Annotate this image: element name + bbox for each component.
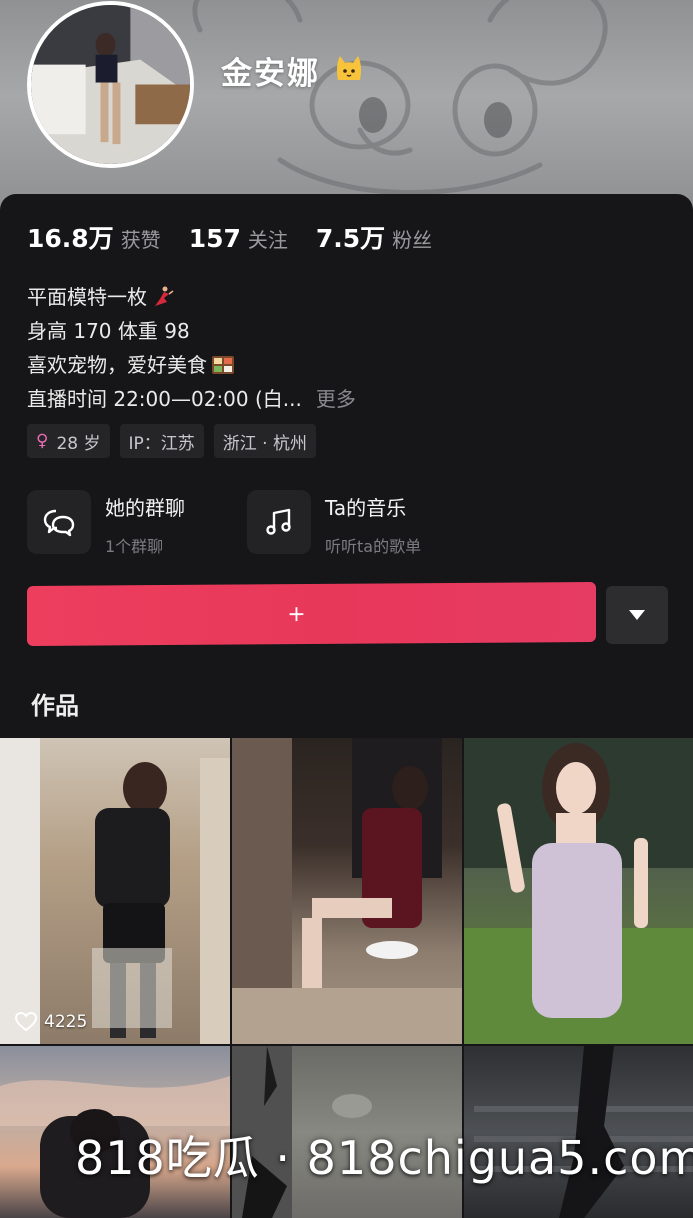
follow-button[interactable]: + [27,582,596,646]
video-thumbnail[interactable] [232,738,462,1044]
stats-row: 16.8万 获赞 157 关注 7.5万 粉丝 [27,219,460,255]
bio-line: 身高 170 体重 98 [27,314,356,348]
followers-count: 7.5万 [315,224,386,253]
age-text: 28 岁 [56,433,101,454]
music-title: Ta的音乐 [325,496,407,520]
heart-icon [15,1012,37,1032]
thumbnail-image [464,738,693,1044]
bio-line-2: 身高 170 体重 98 [27,319,190,343]
bio-line-3: 喜欢宠物，爱好美食 [27,353,207,377]
bio-line: 平面模特一枚 [27,280,356,314]
following-count: 157 [188,224,241,253]
video-thumbnail[interactable] [464,738,693,1044]
ip-tag: IP：江苏 [119,424,204,458]
triangle-down-icon [629,610,645,620]
music-card[interactable]: Ta的音乐 听听ta的歌单 [247,490,467,557]
location-tag: 浙江 · 杭州 [213,424,316,458]
more-options-button[interactable] [606,586,668,644]
profile-info-panel: 16.8万 获赞 157 关注 7.5万 粉丝 平面模特一枚 身高 170 体重… [0,194,693,739]
group-chat-title: 她的群聊 [105,496,185,520]
age-tag: ♀ 28 岁 [27,424,110,458]
cartoon-cover-art [192,0,608,196]
thumbnail-image [232,738,462,1044]
watermark-text: 818吃瓜 · 818chigua5.com [75,1131,693,1185]
bio-line-1: 平面模特一枚 [27,285,147,309]
avatar-photo [31,5,190,164]
likes-count: 16.8万 [27,224,114,253]
ip-text: IP：江苏 [128,433,195,454]
profile-tags: ♀ 28 岁 IP：江苏 浙江 · 杭州 [27,424,326,458]
cat-face-icon [336,56,362,80]
bento-box-icon [212,356,234,374]
tab-works[interactable]: 作品 [31,686,79,721]
bio-line: 喜欢宠物，爱好美食 [27,348,356,382]
like-count: 4225 [15,1012,87,1032]
music-note-icon [247,490,311,554]
group-chat-card[interactable]: 她的群聊 1个群聊 [27,490,247,557]
thumbnail-image [0,738,230,1044]
feature-cards: 她的群聊 1个群聊 Ta的音乐 听听ta的歌单 [27,490,467,557]
group-chat-subtitle: 1个群聊 [105,537,164,556]
bio-more-link[interactable]: 更多 [316,382,356,416]
video-thumbnail[interactable]: 4225 [0,738,230,1044]
stat-followers[interactable]: 7.5万 粉丝 [316,219,432,255]
stat-likes[interactable]: 16.8万 获赞 [27,219,161,255]
location-text: 浙江 · 杭州 [222,433,307,454]
bio[interactable]: 平面模特一枚 身高 170 体重 98 喜欢宠物，爱好美食 直播时间 22:00… [27,280,356,416]
like-count-value: 4225 [44,1012,88,1032]
following-label: 关注 [247,228,288,252]
avatar[interactable] [27,1,194,168]
likes-label: 获赞 [120,228,161,252]
follow-button-label: + [287,601,306,627]
dancer-icon [155,286,174,306]
chat-bubbles-icon [27,490,91,554]
bio-line-4: 直播时间 22:00—02:00 (白... [27,387,302,411]
profile-cover: 金安娜 [0,0,693,215]
followers-label: 粉丝 [392,228,433,252]
nickname: 金安娜 [221,56,320,92]
female-icon: ♀ [36,431,49,451]
music-subtitle: 听听ta的歌单 [325,537,422,556]
stat-following[interactable]: 157 关注 [189,224,288,253]
bio-line: 直播时间 22:00—02:00 (白... 更多 [27,382,356,416]
